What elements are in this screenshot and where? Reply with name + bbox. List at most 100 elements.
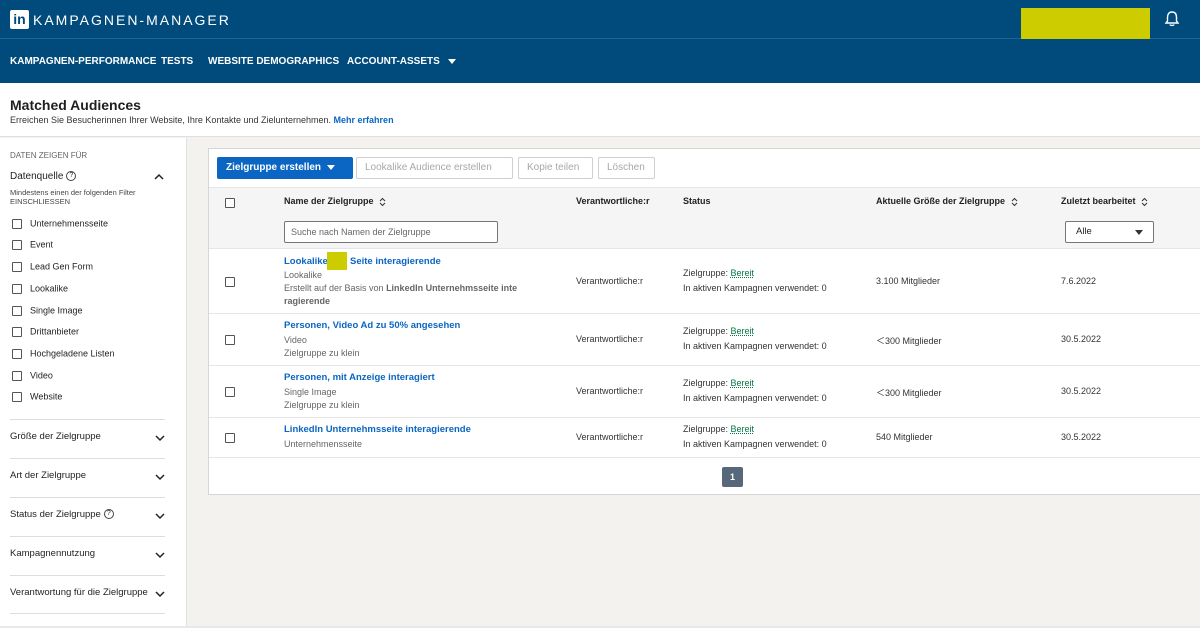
- page-subtitle: Erreichen Sie Besucherinnen Ihrer Websit…: [10, 115, 394, 125]
- filter-hint-line1: Mindestens einen der folgenden Filter: [10, 188, 136, 197]
- filter-lookalike[interactable]: Lookalike: [12, 283, 68, 297]
- app-title[interactable]: KAMPAGNEN-MANAGER: [33, 12, 231, 28]
- sort-icon[interactable]: [1141, 197, 1148, 207]
- divider: [10, 536, 165, 537]
- help-icon[interactable]: ?: [66, 171, 77, 182]
- filter-single-image[interactable]: Single Image: [12, 305, 83, 319]
- column-edited[interactable]: Zuletzt bearbeitet: [1061, 196, 1148, 207]
- checkbox[interactable]: [12, 261, 22, 272]
- create-lookalike-button[interactable]: Lookalike Audience erstellen: [356, 157, 513, 179]
- owner-cell: Verantwortliche:r: [576, 276, 644, 286]
- row-checkbox[interactable]: [225, 277, 235, 287]
- filter-label: Event: [30, 239, 54, 250]
- chevron-down-icon[interactable]: [155, 472, 165, 482]
- row-checkbox[interactable]: [225, 433, 235, 443]
- main-nav: KAMPAGNEN-PERFORMANCE TESTS WEBSITE DEMO…: [0, 39, 1200, 83]
- status-ready[interactable]: Bereit: [731, 326, 755, 336]
- edited-filter-select[interactable]: Alle: [1065, 221, 1154, 243]
- usage-text: In aktiven Kampagnen verwendet: 0: [683, 283, 827, 293]
- chevron-down-icon[interactable]: [155, 550, 165, 560]
- page-header: Matched Audiences Erreichen Sie Besucher…: [0, 83, 1200, 137]
- filter-website[interactable]: Website: [12, 391, 62, 405]
- nav-tests[interactable]: TESTS: [161, 56, 193, 67]
- audience-name-cell: LinkedIn Unternehmsseite interagierende …: [284, 424, 544, 451]
- section-audience-size[interactable]: Größe der Zielgruppe: [10, 431, 165, 447]
- chevron-down-icon[interactable]: [155, 511, 165, 521]
- data-source-label: Datenquelle: [10, 171, 64, 182]
- nav-website-demographics[interactable]: WEBSITE DEMOGRAPHICS: [208, 56, 339, 67]
- pagination-page-1[interactable]: 1: [722, 467, 743, 487]
- linkedin-logo-icon[interactable]: in: [10, 10, 29, 29]
- checkbox[interactable]: [12, 391, 22, 402]
- checkbox[interactable]: [12, 348, 22, 359]
- usage-text: In aktiven Kampagnen verwendet: 0: [683, 341, 827, 351]
- filter-label: Lead Gen Form: [30, 261, 94, 272]
- size-cell: 3.100 Mitglieder: [876, 276, 941, 286]
- audience-name-link[interactable]: LinkedIn Unternehmsseite interagierende: [284, 424, 544, 438]
- column-size[interactable]: Aktuelle Größe der Zielgruppe: [876, 196, 1018, 207]
- audience-name-link[interactable]: Lookalike Seite interagierende: [284, 252, 534, 270]
- status-ready[interactable]: Bereit: [731, 424, 755, 434]
- learn-more-link[interactable]: Mehr erfahren: [334, 115, 394, 125]
- create-audience-button[interactable]: Zielgruppe erstellen: [217, 157, 353, 179]
- audience-note-cont: ragierende: [284, 296, 331, 306]
- sort-icon[interactable]: [379, 197, 386, 207]
- nav-campaign-performance[interactable]: KAMPAGNEN-PERFORMANCE: [10, 56, 156, 67]
- edited-cell: 30.5.2022: [1061, 386, 1102, 396]
- row-checkbox[interactable]: [225, 387, 235, 397]
- checkbox[interactable]: [12, 283, 22, 294]
- section-audience-status[interactable]: Status der Zielgruppe?: [10, 509, 165, 525]
- chevron-up-icon[interactable]: [154, 172, 164, 182]
- column-name-label: Name der Zielgruppe: [284, 196, 374, 206]
- checkbox[interactable]: [12, 305, 22, 316]
- share-copy-button[interactable]: Kopie teilen: [518, 157, 593, 179]
- audiences-card: Zielgruppe erstellen Lookalike Audience …: [208, 148, 1200, 495]
- bell-icon[interactable]: [1163, 10, 1181, 28]
- section-audience-ownership[interactable]: Verantwortung für die Zielgruppe: [10, 587, 165, 603]
- checkbox[interactable]: [12, 239, 22, 250]
- filter-hochgeladene-listen[interactable]: Hochgeladene Listen: [12, 348, 115, 362]
- table-row[interactable]: Personen, mit Anzeige interagiert Single…: [209, 366, 1200, 418]
- column-edited-label: Zuletzt bearbeitet: [1061, 196, 1136, 206]
- checkbox[interactable]: [12, 326, 22, 337]
- filter-event[interactable]: Event: [12, 239, 53, 253]
- section-audience-type[interactable]: Art der Zielgruppe: [10, 470, 165, 486]
- filter-drittanbieter[interactable]: Drittanbieter: [12, 326, 79, 340]
- chevron-down-icon[interactable]: [155, 589, 165, 599]
- section-label: Art der Zielgruppe: [10, 470, 87, 481]
- checkbox[interactable]: [12, 370, 22, 381]
- section-campaign-usage[interactable]: Kampagnennutzung: [10, 548, 165, 564]
- audience-search-input[interactable]: [284, 221, 498, 243]
- select-all-checkbox[interactable]: [225, 198, 235, 208]
- table-header: Name der Zielgruppe Verantwortliche:r St…: [209, 187, 1200, 249]
- audience-type: Single Image: [284, 387, 337, 397]
- sort-icon[interactable]: [1011, 197, 1018, 207]
- audience-name-link[interactable]: Personen, mit Anzeige interagiert: [284, 372, 544, 386]
- audience-name-link[interactable]: Personen, Video Ad zu 50% angesehen: [284, 320, 544, 334]
- status-cell: Zielgruppe: Bereit In aktiven Kampagnen …: [683, 324, 827, 354]
- status-prefix: Zielgruppe:: [683, 326, 729, 336]
- chevron-down-icon[interactable]: [155, 433, 165, 443]
- filter-hint-line2: EINSCHLIESSEN: [10, 197, 71, 206]
- status-ready[interactable]: Bereit: [731, 378, 755, 388]
- data-source-title[interactable]: Datenquelle?: [10, 171, 77, 182]
- help-icon[interactable]: ?: [103, 509, 114, 520]
- row-checkbox[interactable]: [225, 335, 235, 345]
- audience-name-part2: Seite interagierende: [350, 256, 441, 267]
- column-name[interactable]: Name der Zielgruppe: [284, 196, 386, 207]
- filter-unternehmensseite[interactable]: Unternehmensseite: [12, 218, 108, 232]
- delete-button[interactable]: Löschen: [598, 157, 655, 179]
- filter-label: Unternehmensseite: [30, 218, 109, 229]
- filter-video[interactable]: Video: [12, 370, 53, 384]
- table-row[interactable]: Personen, Video Ad zu 50% angesehen Vide…: [209, 314, 1200, 366]
- filter-lead-gen-form[interactable]: Lead Gen Form: [12, 261, 93, 275]
- chevron-down-icon: [1135, 230, 1143, 235]
- filter-label: Lookalike: [30, 283, 69, 294]
- audience-name-part1: Lookalike: [284, 256, 328, 267]
- nav-account-assets[interactable]: ACCOUNT-ASSETS: [347, 56, 456, 67]
- table-row[interactable]: Lookalike Seite interagierende Lookalike…: [209, 249, 1200, 314]
- status-ready[interactable]: Bereit: [731, 268, 755, 278]
- table-row[interactable]: LinkedIn Unternehmsseite interagierende …: [209, 418, 1200, 458]
- checkbox[interactable]: [12, 218, 22, 229]
- divider: [10, 419, 165, 420]
